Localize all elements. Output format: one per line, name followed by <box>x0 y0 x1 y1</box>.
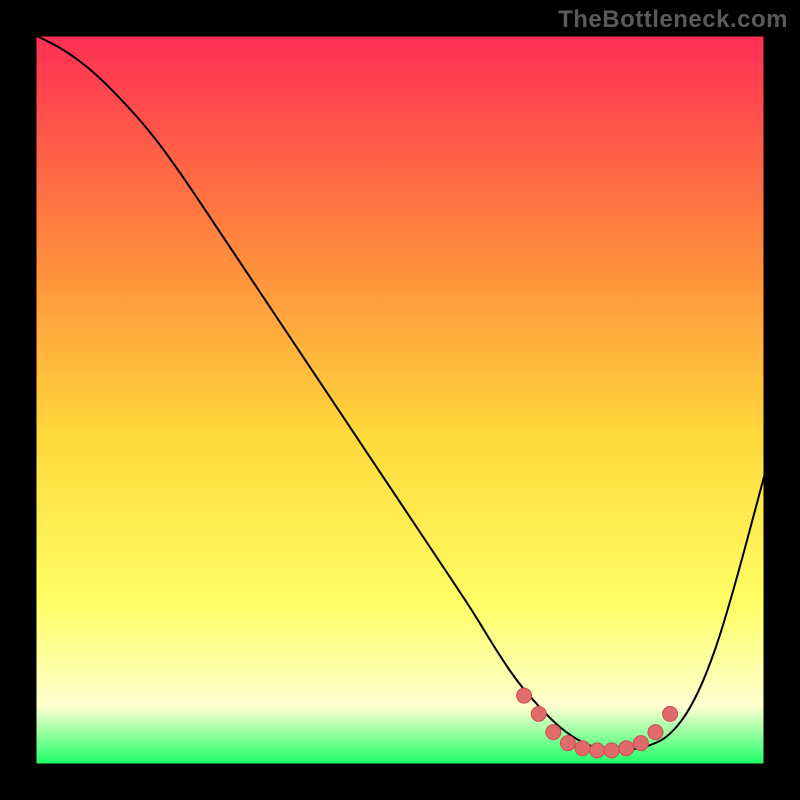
valley-marker <box>546 725 561 740</box>
valley-marker <box>517 688 532 703</box>
valley-marker <box>619 741 634 756</box>
valley-marker <box>604 743 619 758</box>
plot-background <box>35 35 765 765</box>
bottleneck-chart <box>0 0 800 800</box>
valley-marker <box>590 743 605 758</box>
chart-container: TheBottleneck.com <box>0 0 800 800</box>
valley-marker <box>575 741 590 756</box>
valley-marker <box>633 736 648 751</box>
valley-marker <box>648 725 663 740</box>
valley-marker <box>531 706 546 721</box>
watermark-text: TheBottleneck.com <box>558 6 788 34</box>
valley-marker <box>560 736 575 751</box>
valley-marker <box>663 706 678 721</box>
